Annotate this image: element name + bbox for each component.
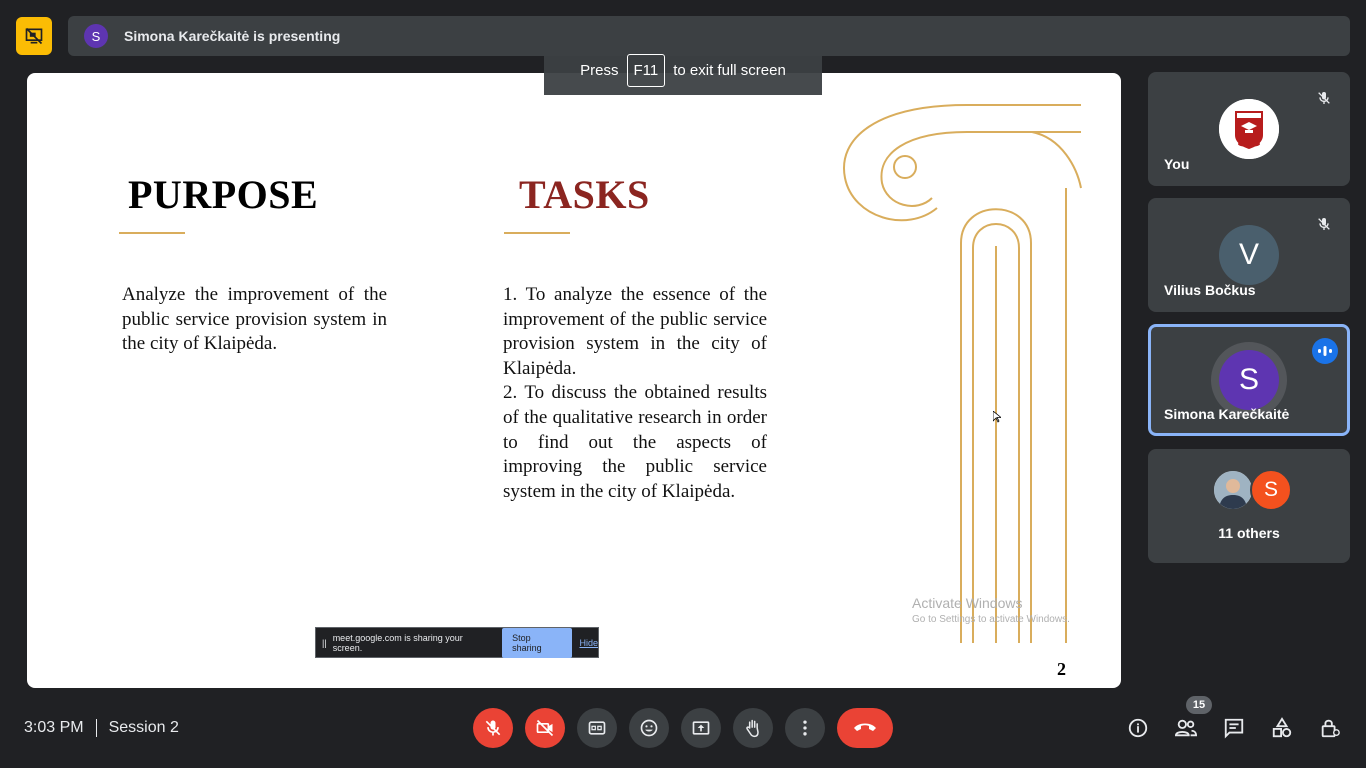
mic-toggle-button[interactable] — [473, 708, 513, 748]
info-icon — [1128, 718, 1148, 738]
fullscreen-toast: Press F11 to exit full screen — [544, 45, 822, 95]
host-controls-button[interactable] — [1314, 712, 1346, 744]
others-avatars: S — [1212, 469, 1292, 511]
slide-number: 2 — [1057, 659, 1066, 679]
purpose-underline — [119, 232, 185, 234]
present-screen-button[interactable] — [681, 708, 721, 748]
raise-hand-button[interactable] — [733, 708, 773, 748]
participant-tile-others[interactable]: S 11 others — [1148, 449, 1350, 563]
toast-key: F11 — [626, 53, 666, 87]
end-call-icon — [854, 723, 876, 731]
reactions-button[interactable] — [629, 708, 669, 748]
school-logo-icon — [1219, 99, 1279, 159]
hand-icon — [746, 719, 759, 738]
meeting-name: Session 2 — [108, 719, 179, 736]
leave-call-button[interactable] — [837, 708, 893, 748]
speaking-indicator-icon — [1312, 338, 1338, 364]
screen-share-off-icon — [25, 27, 43, 45]
tasks-text: 1. To analyze the essence of the improve… — [503, 283, 767, 504]
participant-avatar: S — [1250, 469, 1292, 511]
more-options-button[interactable] — [785, 708, 825, 748]
muted-mic-icon — [1312, 212, 1336, 236]
participant-photo — [1212, 469, 1254, 511]
participant-avatar: S — [1219, 350, 1279, 410]
people-count-badge: 15 — [1186, 696, 1212, 714]
meeting-info: 3:03 PM Session 2 — [24, 718, 179, 738]
participant-tile-simona[interactable]: S Simona Karečkaitė — [1148, 324, 1350, 436]
task-1: 1. To analyze the essence of the improve… — [503, 284, 767, 379]
ionic-column-decoration — [843, 104, 1082, 643]
activate-windows-watermark: Activate Windows Go to Settings to activ… — [912, 595, 1070, 625]
participant-tile-you[interactable]: You — [1148, 72, 1350, 186]
purpose-text: Analyze the improvement of the public se… — [122, 284, 387, 355]
screen-share-banner: || meet.google.com is sharing your scree… — [315, 627, 599, 658]
presentation-status-icon — [16, 17, 52, 55]
task-2: 2. To discuss the obtained results of th… — [503, 382, 767, 502]
tasks-underline — [504, 232, 570, 234]
watermark-line1: Activate Windows — [912, 595, 1023, 611]
closed-captions-icon — [588, 721, 606, 735]
watermark-line2: Go to Settings to activate Windows. — [912, 614, 1070, 625]
presenter-avatar: S — [84, 24, 108, 48]
lock-person-icon — [1321, 719, 1340, 738]
people-button[interactable] — [1170, 712, 1202, 744]
clock: 3:03 PM — [24, 719, 84, 736]
chat-icon — [1224, 718, 1244, 739]
muted-mic-icon — [1312, 86, 1336, 110]
participant-name: Vilius Bočkus — [1164, 282, 1256, 298]
more-vertical-icon — [803, 720, 807, 736]
presenting-label: Simona Karečkaitė is presenting — [124, 28, 341, 44]
mouse-cursor-icon — [993, 411, 1001, 423]
activities-button[interactable] — [1266, 712, 1298, 744]
camera-off-icon — [536, 719, 554, 737]
activities-shapes-icon — [1272, 717, 1292, 738]
present-screen-icon — [692, 721, 710, 735]
share-message: meet.google.com is sharing your screen. — [332, 632, 463, 653]
chat-button[interactable] — [1218, 712, 1250, 744]
stop-sharing-button[interactable]: Stop sharing — [502, 627, 573, 658]
participant-name: You — [1164, 156, 1190, 172]
participant-name: Simona Karečkaitė — [1164, 406, 1290, 422]
purpose-heading: PURPOSE — [128, 172, 319, 217]
others-count: 11 others — [1218, 525, 1280, 541]
participant-avatar: V — [1219, 225, 1279, 285]
mic-off-icon — [485, 720, 501, 736]
hide-link[interactable]: Hide — [579, 638, 598, 648]
meeting-details-button[interactable] — [1122, 712, 1154, 744]
toast-rest: to exit full screen — [673, 61, 786, 79]
shared-slide: PURPOSE TASKS Analyze the improvement of… — [27, 73, 1121, 688]
captions-button[interactable] — [577, 708, 617, 748]
drag-handle-icon[interactable]: || — [322, 638, 327, 648]
camera-toggle-button[interactable] — [525, 708, 565, 748]
divider — [95, 719, 97, 737]
tasks-heading: TASKS — [519, 172, 650, 217]
emoji-icon — [640, 719, 658, 737]
people-icon — [1174, 719, 1198, 737]
toast-press: Press — [580, 61, 619, 79]
participant-tile-vilius[interactable]: V Vilius Bočkus — [1148, 198, 1350, 312]
